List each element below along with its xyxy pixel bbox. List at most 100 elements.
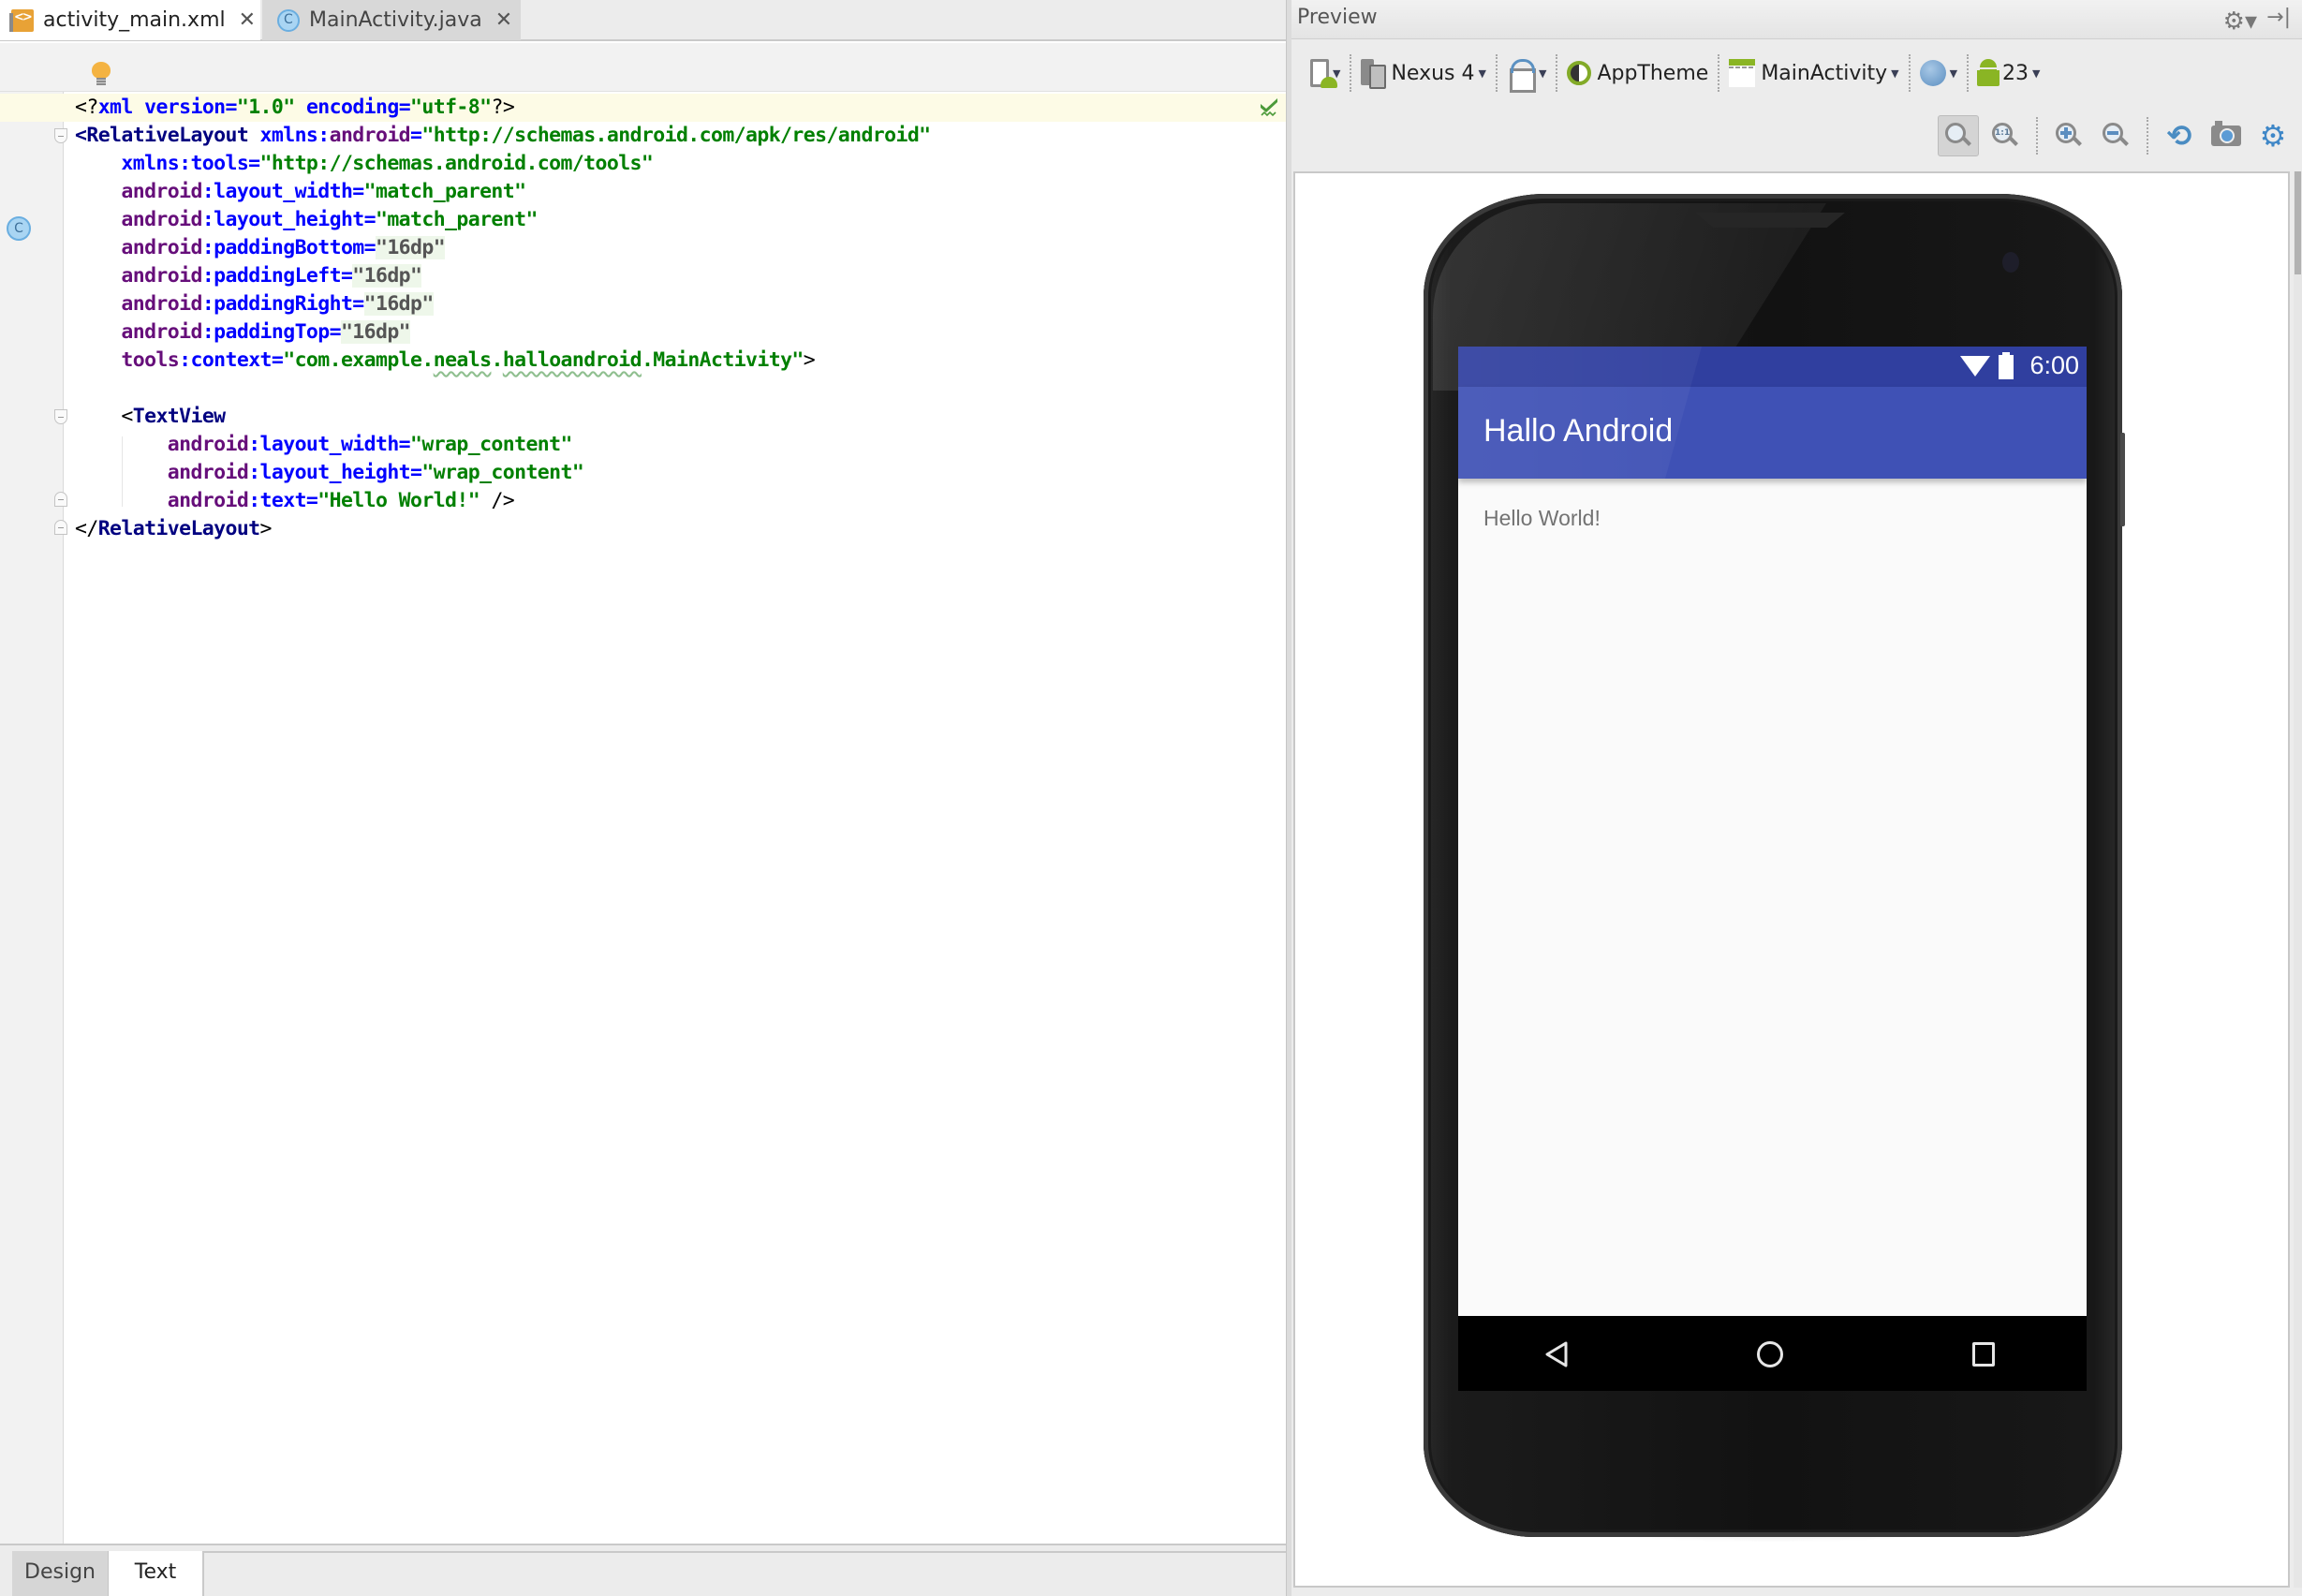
tab-label: activity_main.xml (43, 8, 226, 32)
gear-icon[interactable]: ⚙▾ (2223, 7, 2257, 36)
activity-icon (1729, 59, 1756, 87)
close-tab-icon[interactable]: ✕ (495, 8, 512, 32)
device-label: Nexus 4 (1391, 61, 1475, 85)
power-button (2120, 433, 2125, 526)
code-line-10: tools:context="com.example.neals.halloan… (121, 348, 816, 372)
fold-end-marker-textview[interactable] (54, 492, 67, 507)
code-line-2: <RelativeLayout xmlns:android="http://sc… (75, 124, 931, 147)
zoom-in-button[interactable] (2048, 115, 2089, 156)
refresh-icon: ⟲ (2166, 118, 2192, 154)
xml-file-icon (9, 8, 34, 32)
xml-editor-panel: activity_main.xml ✕ MainActivity.java ✕ … (0, 0, 1286, 1596)
configuration-dropdown[interactable]: ▼ (1301, 54, 1352, 92)
zoom-in-icon (2056, 123, 2082, 149)
api-level-label: 23 (2002, 61, 2029, 85)
globe-icon (1919, 60, 1946, 86)
nexus-4-device-frame: 6:00 Hallo Android Hello World! (1424, 194, 2125, 1552)
code-line-14: android:layout_height="wrap_content" (167, 461, 584, 484)
code-line-5: android:layout_height="match_parent" (121, 208, 538, 231)
preview-title: Preview (1297, 6, 1378, 29)
home-icon (1757, 1341, 1783, 1367)
navigation-bar (1458, 1316, 2087, 1391)
lightbulb-intention-icon[interactable] (92, 62, 111, 85)
chevron-down-icon: ▼ (1333, 66, 1341, 80)
chevron-down-icon: ▼ (2032, 66, 2041, 80)
theme-icon (1567, 61, 1592, 85)
hide-panel-icon[interactable]: →| (2266, 6, 2291, 29)
tab-bar-filler (202, 1551, 1286, 1596)
class-reference-gutter-icon[interactable]: C (7, 216, 31, 241)
fold-marker-textview[interactable] (54, 409, 67, 424)
settings-gear-icon: ⚙ (2259, 118, 2287, 154)
editor-tab-bar: activity_main.xml ✕ MainActivity.java ✕ (0, 0, 1286, 41)
indent-guide (122, 436, 123, 507)
editor-gutter: C (0, 92, 64, 1545)
activity-label: MainActivity (1761, 61, 1888, 85)
status-time: 6:00 (2029, 351, 2079, 379)
zoom-to-fit-button[interactable] (1938, 115, 1979, 156)
code-line-6: android:paddingBottom="16dp" (121, 236, 446, 259)
zoom-actual-icon: 1:1 (1992, 123, 2018, 149)
hello-world-textview[interactable]: Hello World! (1483, 506, 1601, 531)
device-dropdown[interactable]: Nexus 4 ▼ (1351, 54, 1498, 92)
chevron-down-icon: ▼ (1949, 66, 1958, 80)
preview-header: Preview ⚙▾ →| (1291, 0, 2302, 39)
zoom-actual-size-button[interactable]: 1:1 (1985, 115, 2026, 156)
api-level-dropdown[interactable]: 23 ▼ (1969, 54, 2049, 92)
code-line-9: android:paddingTop="16dp" (121, 320, 411, 344)
wifi-icon (1960, 356, 1990, 377)
zoom-fit-icon (1945, 123, 1971, 149)
device-icon (1361, 59, 1387, 89)
code-line-8: android:paddingRight="16dp" (121, 292, 434, 316)
preview-canvas: 6:00 Hallo Android Hello World! (1293, 171, 2290, 1588)
preview-options-button[interactable]: ⚙ (2252, 115, 2294, 156)
tab-label: MainActivity.java (309, 8, 482, 32)
theme-label: AppTheme (1597, 61, 1709, 85)
orientation-dropdown[interactable]: ▼ (1498, 54, 1558, 93)
tab-design[interactable]: Design (12, 1551, 109, 1596)
front-camera (2002, 252, 2019, 273)
zoom-out-icon (2103, 123, 2129, 149)
recent-apps-icon (1972, 1342, 1995, 1367)
code-line-7: android:paddingLeft="16dp" (121, 264, 422, 288)
activity-dropdown[interactable]: MainActivity ▼ (1719, 54, 1911, 92)
theme-selector[interactable]: AppTheme (1557, 54, 1720, 92)
fold-marker-relativelayout[interactable] (54, 128, 67, 143)
zoom-toolbar: 1:1 ⟲ ⚙ (1935, 112, 2296, 159)
code-line-3: xmlns:tools="http://schemas.android.com/… (121, 152, 654, 175)
code-line-16: </RelativeLayout> (75, 517, 273, 540)
back-icon (1545, 1341, 1568, 1367)
java-class-icon (277, 8, 300, 32)
screenshot-button[interactable] (2206, 115, 2247, 156)
code-line-1: <?xml version="1.0" encoding="utf-8"?> (75, 96, 515, 119)
zoom-out-button[interactable] (2095, 115, 2136, 156)
battery-icon (1999, 352, 2014, 379)
chevron-down-icon: ▼ (1538, 66, 1547, 80)
device-screen: 6:00 Hallo Android Hello World! (1458, 347, 2087, 1391)
preview-toolbar: ▼ Nexus 4 ▼ ▼ AppTheme MainActivity ▼ ▼ … (1291, 40, 2302, 106)
screen-glare (1458, 347, 1702, 479)
tab-activity-main-xml[interactable]: activity_main.xml ✕ (0, 0, 260, 40)
camera-icon (2211, 121, 2241, 146)
close-tab-icon[interactable]: ✕ (239, 8, 256, 32)
fold-end-marker-relativelayout[interactable] (54, 520, 67, 535)
editor-breadcrumb-bar (0, 43, 1286, 92)
toolbar-separator (2147, 117, 2148, 155)
code-line-12: <TextView (121, 405, 226, 428)
code-area[interactable]: <?xml version="1.0" encoding="utf-8"?> <… (64, 92, 1286, 1545)
chevron-down-icon: ▼ (1891, 66, 1899, 80)
editor-mode-tabs: Design Text (0, 1544, 1286, 1596)
code-line-15: android:text="Hello World!" /> (167, 489, 515, 512)
code-line-13: android:layout_width="wrap_content" (167, 433, 573, 456)
chevron-down-icon: ▼ (1478, 66, 1486, 80)
refresh-button[interactable]: ⟲ (2159, 115, 2200, 156)
locale-dropdown[interactable]: ▼ (1911, 54, 1970, 92)
preview-panel: Preview ⚙▾ →| ▼ Nexus 4 ▼ ▼ AppTheme Mai… (1291, 0, 2302, 1596)
tab-text[interactable]: Text (109, 1551, 202, 1596)
toolbar-separator (2036, 117, 2038, 155)
earpiece-speaker (1695, 213, 1845, 228)
tab-main-activity-java[interactable]: MainActivity.java ✕ (262, 0, 521, 40)
android-document-icon (1310, 59, 1337, 88)
preview-scrollbar[interactable] (2294, 171, 2302, 1588)
rotate-icon (1507, 59, 1536, 93)
